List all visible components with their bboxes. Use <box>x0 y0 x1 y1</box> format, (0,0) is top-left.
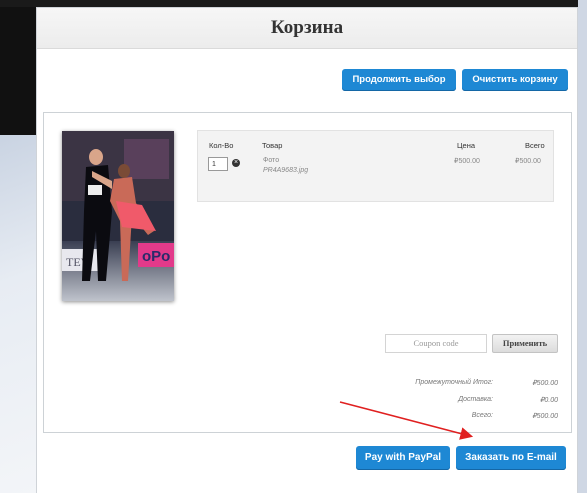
annotation-arrow-icon <box>339 401 474 440</box>
